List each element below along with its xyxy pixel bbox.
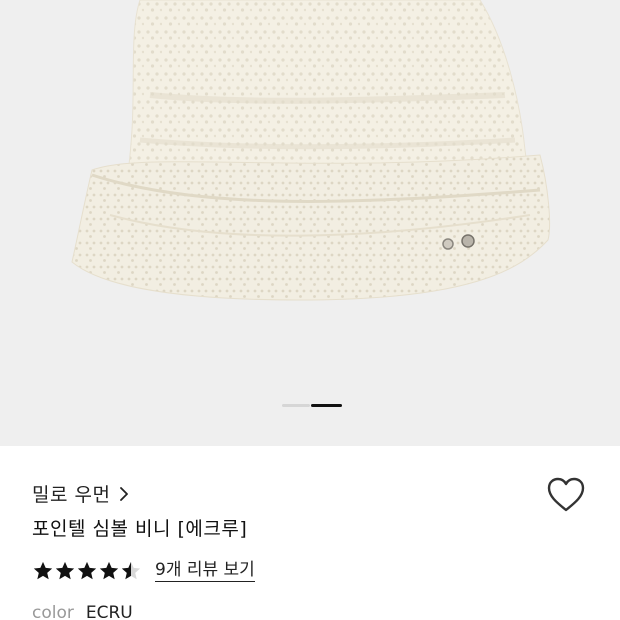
color-value: ECRU bbox=[85, 603, 133, 620]
product-image[interactable] bbox=[0, 0, 620, 446]
review-link[interactable]: 9개 리뷰 보기 bbox=[155, 560, 255, 582]
beanie-illustration bbox=[71, 0, 551, 301]
star-rating bbox=[32, 560, 142, 582]
brand-name[interactable]: 밀로 우먼 bbox=[32, 480, 110, 507]
color-label: color bbox=[32, 603, 74, 620]
product-title: 포인텔 심볼 비니 [에크루] bbox=[32, 518, 248, 540]
heart-outline-icon[interactable] bbox=[546, 476, 586, 514]
pager-indicator-active[interactable] bbox=[311, 404, 342, 407]
color-row: color ECRU bbox=[32, 603, 133, 620]
image-pager bbox=[0, 404, 620, 408]
pager-indicator-inactive[interactable] bbox=[282, 404, 310, 407]
star-half-icon bbox=[121, 561, 141, 580]
rating-row: 9개 리뷰 보기 bbox=[32, 560, 255, 582]
star-icon bbox=[55, 561, 75, 580]
chevron-right-icon bbox=[120, 486, 129, 501]
brand-link[interactable]: 밀로 우먼 bbox=[32, 480, 129, 507]
star-icon bbox=[33, 561, 53, 580]
star-icon bbox=[77, 561, 97, 580]
star-icon bbox=[99, 561, 119, 580]
